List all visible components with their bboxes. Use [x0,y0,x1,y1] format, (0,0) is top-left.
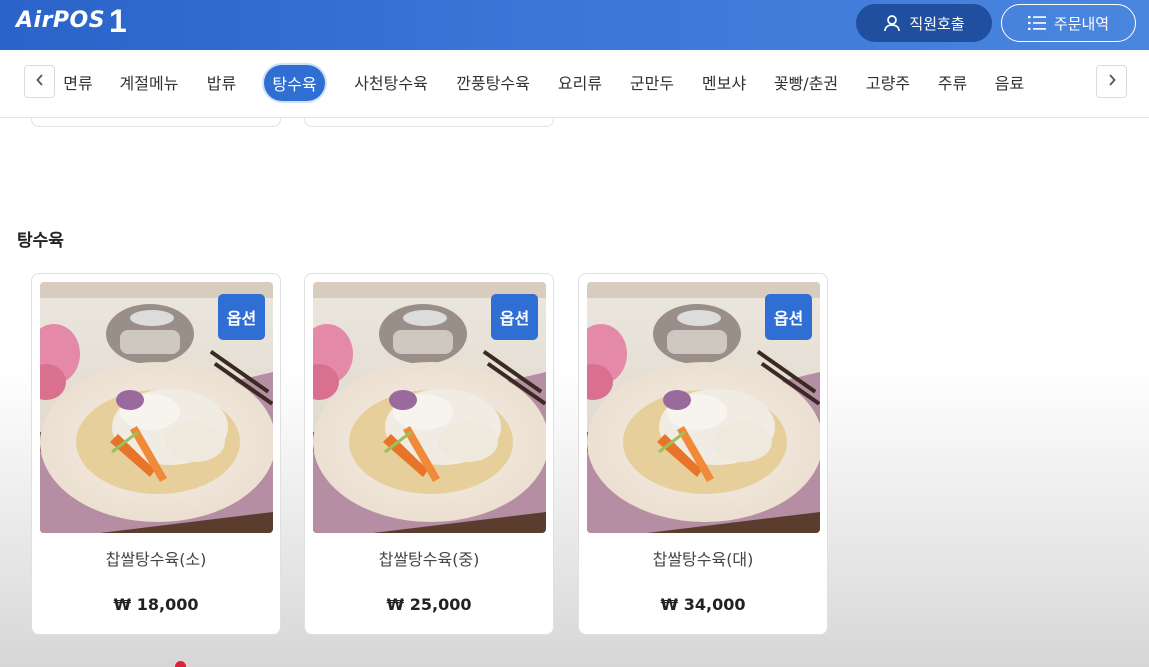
menu-item-card[interactable]: 옵션 찹쌀탕수육(대) ₩ 34,000 [578,273,828,635]
menu-item-card[interactable]: 옵션 찹쌀탕수육(소) ₩ 18,000 [31,273,281,635]
menu-item-image: 옵션 [313,282,546,533]
menu-item-price: ₩ 34,000 [660,595,746,614]
menu-item-image: 옵션 [587,282,820,533]
menu-item-name: 찹쌀탕수육(대) [652,550,754,569]
category-bar: 면류 계절메뉴 밥류 탕수육 사천탕수육 깐풍탕수육 요리류 군만두 멘보샤 꽃… [0,50,1149,118]
menu-item-image: 옵션 [40,282,273,533]
menu-item-price: ₩ 25,000 [386,595,472,614]
category-prev-button[interactable] [24,65,55,98]
section-title: 탕수육 [17,231,64,251]
tab-category[interactable]: 면류 [62,69,94,95]
app-logo: AirPOS [16,8,106,33]
menu-item-card[interactable]: 옵션 찹쌀탕수육(중) ₩ 25,000 [304,273,554,635]
order-history-button[interactable]: 주문내역 [1001,4,1136,42]
table-number: 1 [109,3,127,39]
tab-category[interactable]: 주류 [936,69,969,95]
option-badge: 옵션 [491,294,538,340]
tab-category[interactable]: 요리류 [556,69,604,95]
staff-call-label: 직원호출 [909,14,965,33]
tab-category[interactable]: 멘보샤 [700,69,748,95]
touch-indicator [175,661,186,667]
tab-category[interactable]: 사천탕수육 [352,69,430,95]
category-next-button[interactable] [1096,65,1127,98]
option-badge: 옵션 [765,294,812,340]
chevron-left-icon [35,72,45,91]
tab-category[interactable]: 계절메뉴 [118,69,180,95]
tab-category[interactable]: 꽃빵/춘권 [772,69,840,95]
previous-item-card[interactable] [31,118,281,127]
option-badge: 옵션 [218,294,265,340]
tab-category-active[interactable]: 탕수육 [264,65,325,101]
menu-item-name: 찹쌀탕수육(중) [378,550,480,569]
menu-item-price: ₩ 18,000 [113,595,199,614]
chevron-right-icon [1107,72,1117,91]
staff-call-button[interactable]: 직원호출 [856,4,992,42]
tab-category[interactable]: 깐풍탕수육 [454,69,532,95]
tab-category[interactable]: 밥류 [205,69,238,95]
tab-category[interactable]: 고량주 [864,69,912,95]
previous-item-card[interactable] [304,118,554,127]
list-icon [1027,15,1046,31]
app-header: AirPOS 1 직원호출 주문내역 [0,0,1149,50]
menu-item-name: 찹쌀탕수육(소) [105,550,207,569]
tab-category[interactable]: 음료 [993,69,1026,95]
order-history-label: 주문내역 [1053,14,1110,33]
person-icon [883,14,901,32]
tab-category[interactable]: 군만두 [628,69,676,95]
